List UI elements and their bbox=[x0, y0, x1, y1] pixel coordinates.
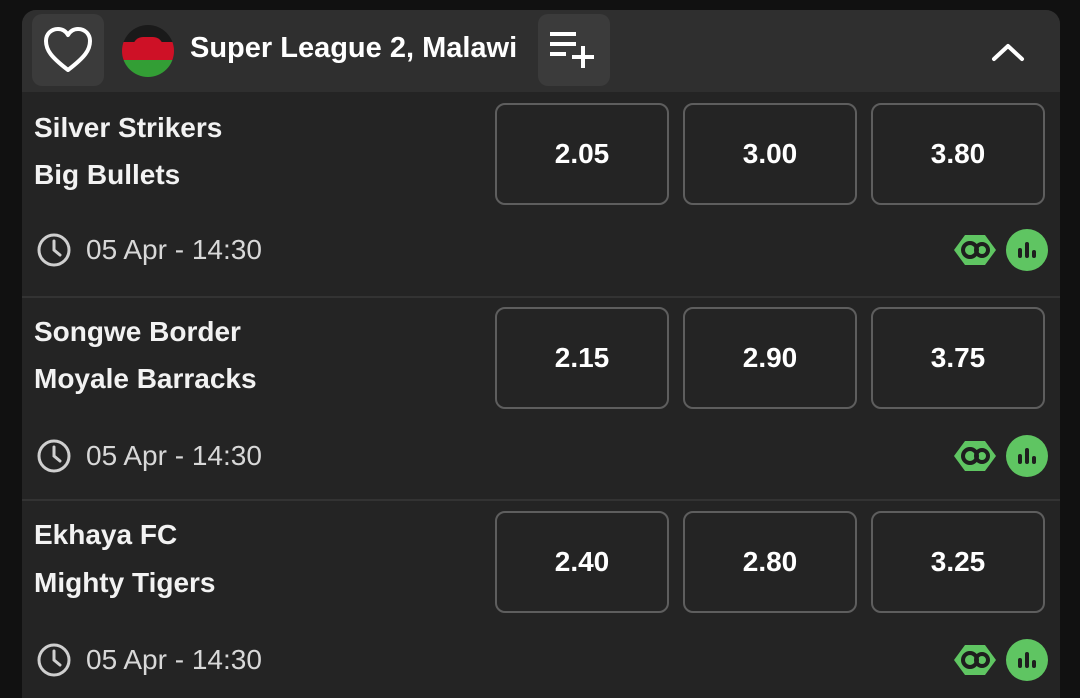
live-stream-icon[interactable] bbox=[952, 229, 998, 271]
kickoff-time-text: 05 Apr - 14:30 bbox=[86, 440, 262, 471]
bar-chart-icon bbox=[1018, 652, 1036, 668]
chevron-up-icon bbox=[992, 44, 1024, 61]
odds-away-button[interactable]: 3.25 bbox=[871, 511, 1045, 613]
match-row: Silver Strikers Big Bullets 2.05 3.00 3.… bbox=[22, 92, 1060, 298]
odds-draw-button[interactable]: 3.00 bbox=[683, 103, 857, 205]
league-header: Super League 2, Malawi bbox=[22, 10, 1060, 92]
favorite-button[interactable] bbox=[32, 14, 104, 86]
home-team: Silver Strikers bbox=[34, 112, 223, 143]
odds-draw-button[interactable]: 2.90 bbox=[683, 307, 857, 409]
bar-chart-icon bbox=[1018, 448, 1036, 464]
home-team: Ekhaya FC bbox=[34, 519, 178, 550]
odds-home-button[interactable]: 2.05 bbox=[495, 103, 669, 205]
match-row: Ekhaya FC Mighty Tigers 2.40 2.80 3.25 0… bbox=[22, 501, 1060, 698]
clock-icon bbox=[37, 439, 71, 473]
kickoff-time-text: 05 Apr - 14:30 bbox=[86, 234, 262, 265]
live-stream-icon[interactable] bbox=[952, 435, 998, 477]
league-title: Super League 2, Malawi bbox=[190, 32, 518, 64]
clock-icon bbox=[37, 233, 71, 267]
match-row: Songwe Border Moyale Barracks 2.15 2.90 … bbox=[22, 297, 1060, 501]
odds-away-button[interactable]: 3.80 bbox=[871, 103, 1045, 205]
kickoff-time: 05 Apr - 14:30 bbox=[36, 436, 262, 476]
kickoff-time: 05 Apr - 14:30 bbox=[36, 230, 262, 270]
stats-icon[interactable] bbox=[1006, 639, 1048, 681]
odds-draw-button[interactable]: 2.80 bbox=[683, 511, 857, 613]
odds-home-button[interactable]: 2.15 bbox=[495, 307, 669, 409]
bar-chart-icon bbox=[1018, 242, 1036, 258]
stats-icon[interactable] bbox=[1006, 435, 1048, 477]
kickoff-time: 05 Apr - 14:30 bbox=[36, 640, 262, 680]
stats-icon[interactable] bbox=[1006, 229, 1048, 271]
home-team: Songwe Border bbox=[34, 316, 241, 347]
live-stream-icon[interactable] bbox=[952, 639, 998, 681]
malawi-flag-icon bbox=[122, 25, 174, 77]
heart-outline-icon bbox=[44, 27, 92, 72]
away-team: Mighty Tigers bbox=[34, 567, 216, 598]
odds-home-button[interactable]: 2.40 bbox=[495, 511, 669, 613]
playlist-add-icon bbox=[550, 32, 594, 68]
kickoff-time-text: 05 Apr - 14:30 bbox=[86, 644, 262, 675]
away-team: Moyale Barracks bbox=[34, 363, 257, 394]
odds-away-button[interactable]: 3.75 bbox=[871, 307, 1045, 409]
away-team: Big Bullets bbox=[34, 159, 181, 190]
clock-icon bbox=[37, 643, 71, 677]
league-panel: Super League 2, Malawi Silver Strikers B… bbox=[22, 10, 1060, 698]
collapse-button[interactable] bbox=[984, 28, 1032, 76]
add-to-list-button[interactable] bbox=[538, 14, 610, 86]
